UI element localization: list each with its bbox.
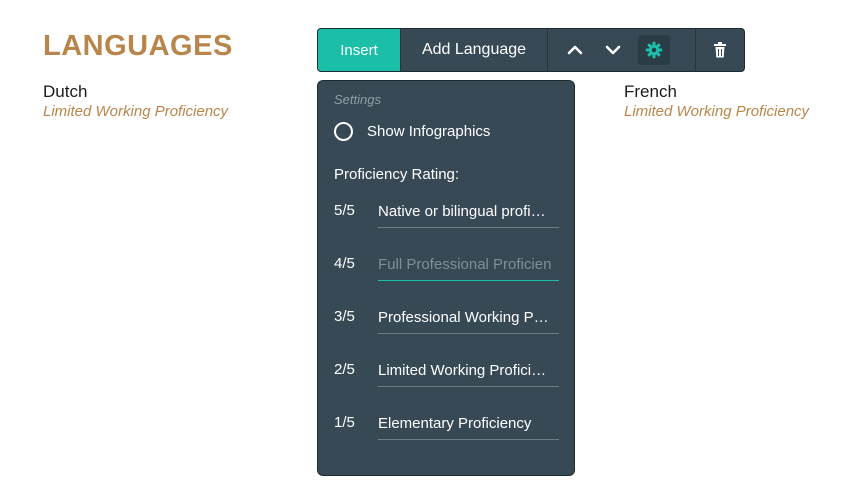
language-level: Limited Working Proficiency — [43, 103, 229, 120]
language-entry-dutch[interactable]: Dutch Limited Working Proficiency — [43, 81, 228, 122]
rating-score: 5/5 — [334, 202, 355, 219]
settings-heading: Settings — [334, 92, 381, 107]
rating-input-2[interactable] — [378, 355, 559, 387]
trash-icon — [714, 42, 726, 58]
rating-input-5[interactable] — [378, 196, 559, 228]
gear-icon — [645, 41, 663, 59]
rating-row-1: 1/5 — [334, 408, 560, 442]
language-level: Limited Working Proficiency — [624, 103, 810, 120]
rating-input-4[interactable] — [378, 249, 559, 281]
settings-button[interactable] — [638, 35, 670, 65]
insert-button[interactable]: Insert — [318, 29, 400, 71]
section-title: LANGUAGES — [43, 30, 233, 62]
add-language-button[interactable]: Add Language — [400, 29, 547, 71]
rating-score: 2/5 — [334, 361, 355, 378]
editor-toolbar: Insert Add Language — [317, 28, 745, 72]
settings-dropdown: Settings Show Infographics Proficiency R… — [317, 80, 575, 476]
rating-row-4: 4/5 — [334, 249, 560, 283]
delete-button[interactable] — [695, 29, 744, 71]
move-down-button[interactable] — [598, 35, 628, 65]
chevron-down-icon — [605, 45, 621, 55]
rating-row-3: 3/5 — [334, 302, 560, 336]
rating-input-3[interactable] — [378, 302, 559, 334]
rating-row-5: 5/5 — [334, 196, 560, 230]
proficiency-rating-label: Proficiency Rating: — [334, 166, 460, 183]
radio-unchecked-icon[interactable] — [334, 122, 353, 141]
rating-score: 3/5 — [334, 308, 355, 325]
rating-score: 4/5 — [334, 255, 355, 272]
rating-score: 1/5 — [334, 414, 355, 431]
move-up-button[interactable] — [560, 35, 590, 65]
rating-row-2: 2/5 — [334, 355, 560, 389]
reorder-controls — [547, 29, 695, 71]
language-name: French — [624, 82, 677, 101]
rating-input-1[interactable] — [378, 408, 559, 440]
language-name: Dutch — [43, 82, 88, 101]
chevron-up-icon — [567, 45, 583, 55]
language-entry-french[interactable]: French Limited Working Proficiency — [624, 81, 809, 122]
show-infographics-label: Show Infographics — [367, 123, 491, 140]
show-infographics-toggle[interactable]: Show Infographics — [334, 122, 490, 141]
